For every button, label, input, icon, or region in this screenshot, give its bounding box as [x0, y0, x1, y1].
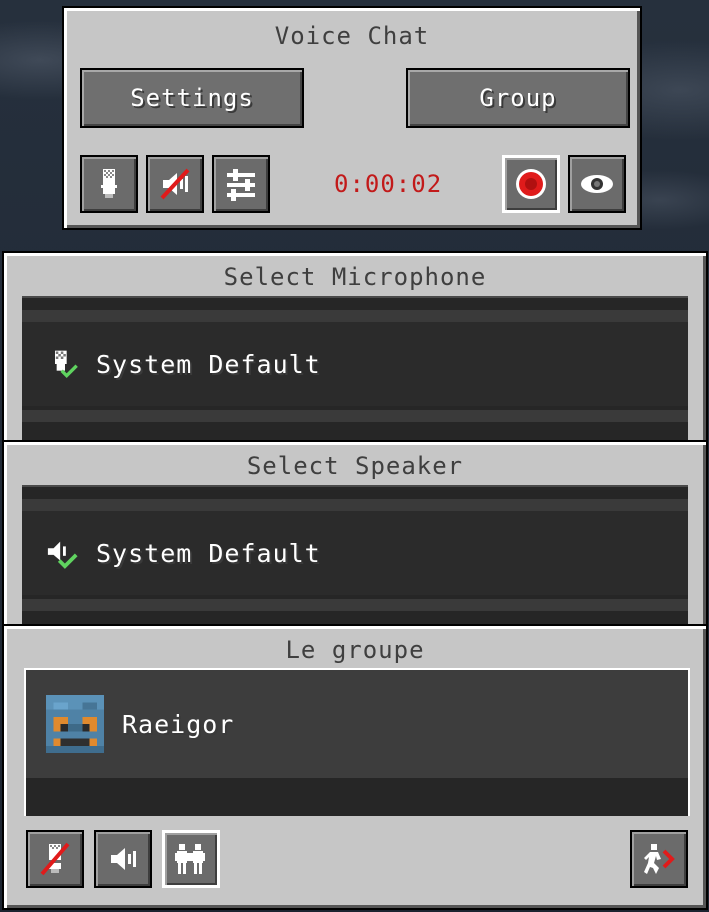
- group-title: Le groupe: [285, 636, 425, 664]
- list-footer-stripe: [26, 778, 688, 816]
- group-microphone-mute-button[interactable]: [26, 830, 84, 888]
- speaker-item-label: System Default: [96, 538, 321, 568]
- group-member-row[interactable]: Raeigor: [26, 670, 688, 778]
- microphone-list: System Default: [22, 296, 688, 453]
- microphone-toggle-button[interactable]: [80, 155, 138, 213]
- voice-chat-panel: Voice Chat Settings Group 0:00:02: [62, 6, 642, 230]
- record-button[interactable]: [502, 155, 560, 213]
- sliders-icon: [227, 169, 255, 201]
- leave-group-button[interactable]: [630, 830, 688, 888]
- microphone-muted-icon: [40, 842, 70, 876]
- hide-icons-button[interactable]: [568, 155, 626, 213]
- speaker-list-item[interactable]: System Default: [22, 511, 688, 595]
- group-button[interactable]: Group: [406, 68, 630, 128]
- player-avatar: [46, 695, 104, 753]
- microphone-list-item[interactable]: System Default: [22, 322, 688, 406]
- list-footer-stripe: [22, 599, 688, 611]
- list-header-stripe: [22, 310, 688, 322]
- select-speaker-title: Select Speaker: [246, 452, 464, 480]
- list-footer-stripe: [22, 410, 688, 422]
- recording-timer: 0:00:02: [334, 170, 443, 198]
- select-microphone-panel: Select Microphone System Default: [2, 251, 708, 453]
- list-header-stripe: [22, 499, 688, 511]
- speaker-selected-icon: [47, 541, 78, 569]
- speaker-mute-button[interactable]: [146, 155, 204, 213]
- microphone-icon: [101, 169, 117, 198]
- adjust-volumes-button[interactable]: [212, 155, 270, 213]
- speaker-list: System Default: [22, 485, 688, 642]
- group-member-list: Raeigor: [24, 668, 690, 816]
- group-speaker-button[interactable]: [94, 830, 152, 888]
- speaker-muted-icon: [160, 168, 190, 200]
- select-speaker-panel: Select Speaker System Default: [2, 440, 708, 642]
- select-microphone-title: Select Microphone: [223, 263, 487, 291]
- eye-icon: [581, 175, 613, 193]
- speaker-icon: [111, 848, 136, 870]
- group-people-icon: [175, 844, 205, 874]
- group-member-name: Raeigor: [122, 709, 235, 739]
- group-panel: Le groupe Raeigor: [2, 624, 708, 910]
- group-members-button[interactable]: [162, 830, 220, 888]
- microphone-selected-icon: [55, 350, 78, 379]
- microphone-item-label: System Default: [96, 349, 321, 379]
- voice-chat-title: Voice Chat: [274, 22, 430, 50]
- leave-group-icon: [644, 844, 675, 874]
- record-icon: [516, 169, 546, 199]
- settings-button[interactable]: Settings: [80, 68, 304, 128]
